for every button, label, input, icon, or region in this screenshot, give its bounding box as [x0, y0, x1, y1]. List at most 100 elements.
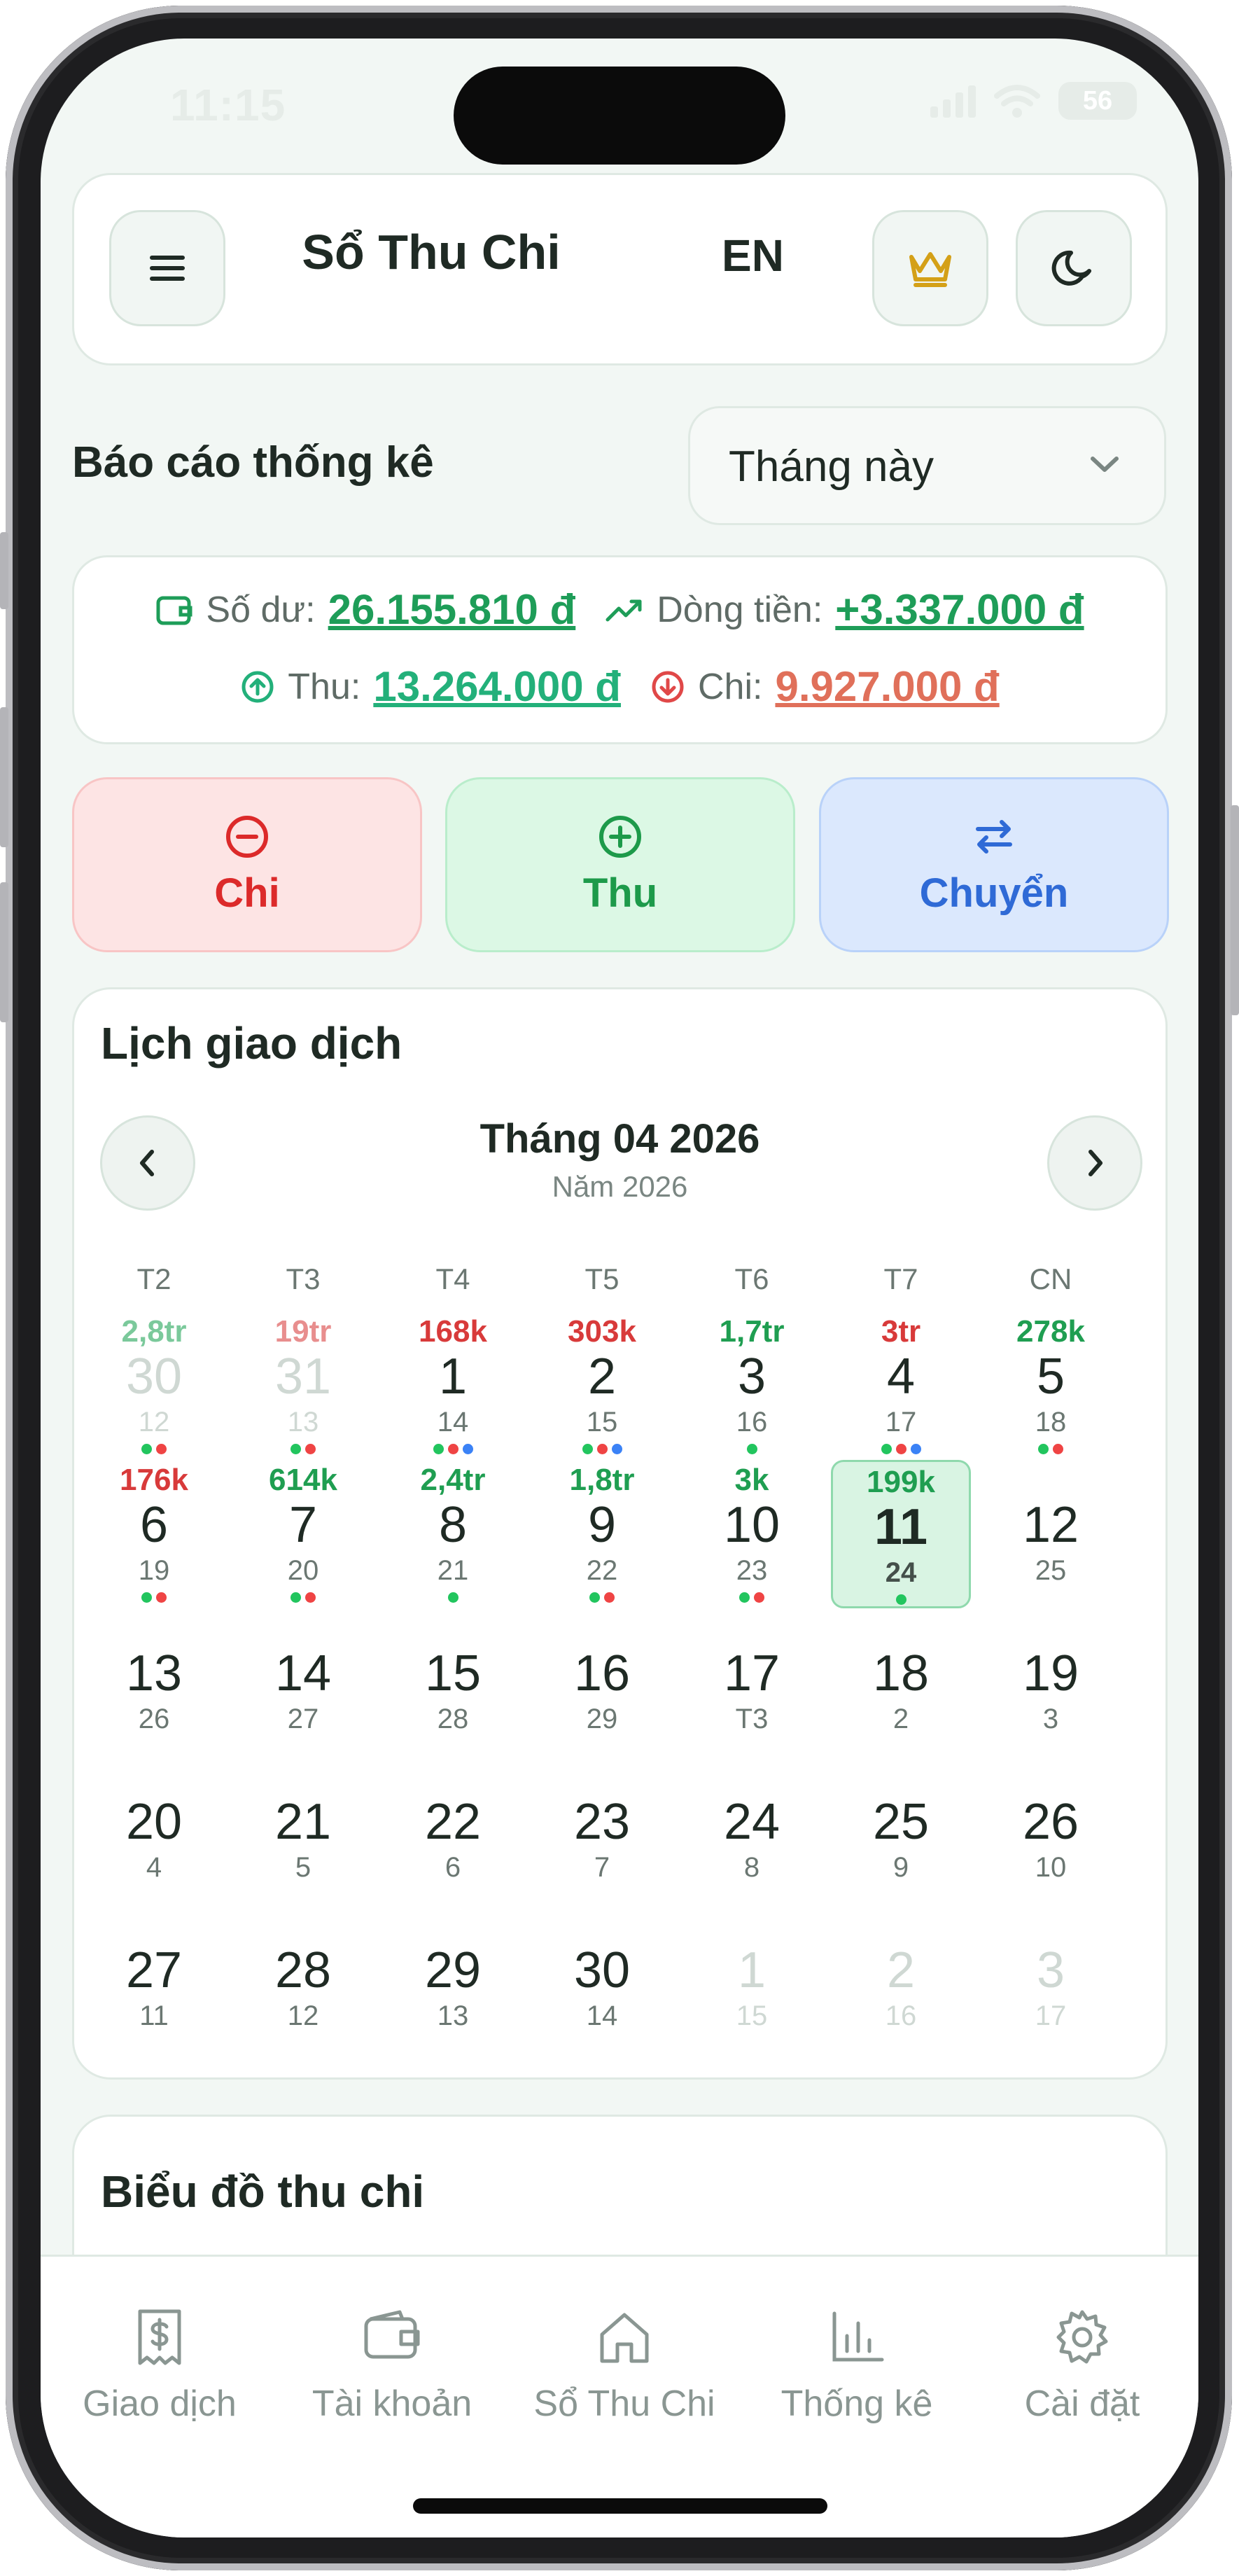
- receipt-dollar-icon: [44, 2299, 275, 2376]
- day-amount: 614k: [269, 1463, 337, 1497]
- calendar-day[interactable]: 278k 5 18: [981, 1311, 1121, 1460]
- balance-value: 26.155.810 đ: [328, 586, 576, 633]
- lunar-date: 2: [892, 1704, 909, 1734]
- day-number: 21: [274, 1794, 332, 1850]
- day-amount: 2,8tr: [121, 1314, 187, 1349]
- calendar-day-today[interactable]: 199k 11 24: [831, 1460, 971, 1608]
- cashflow-label: Dòng tiền:: [657, 589, 823, 630]
- calendar-day[interactable]: 15 28: [383, 1608, 523, 1757]
- next-month-button[interactable]: [1047, 1115, 1142, 1211]
- calendar-day[interactable]: 1,8tr 9 22: [532, 1460, 672, 1608]
- calendar-day[interactable]: 1 15: [682, 1905, 822, 2054]
- nav-tab[interactable]: Giao dịch: [44, 2299, 275, 2425]
- day-number: 18: [872, 1645, 930, 1701]
- calendar-day[interactable]: 16 29: [532, 1608, 672, 1757]
- day-number: 23: [573, 1794, 631, 1850]
- add-expense-button[interactable]: Chi: [72, 777, 422, 952]
- nav-tab-label: Cài đặt: [1024, 2383, 1140, 2424]
- bar-chart-icon: [741, 2299, 972, 2376]
- plus-circle-icon: [599, 815, 641, 858]
- calendar-day[interactable]: 20 4: [84, 1757, 224, 1905]
- calendar-day[interactable]: 176k 6 19: [84, 1460, 224, 1608]
- calendar-day[interactable]: 26 10: [981, 1757, 1121, 1905]
- dark-mode-button[interactable]: [1016, 210, 1132, 326]
- day-number: 28: [274, 1942, 332, 1998]
- calendar-day[interactable]: 29 13: [383, 1905, 523, 2054]
- phone-action-button: [0, 532, 8, 609]
- day-number: 20: [125, 1794, 183, 1850]
- transaction-dot: [746, 1444, 757, 1454]
- calendar-day[interactable]: 19 3: [981, 1608, 1121, 1757]
- calendar-day[interactable]: 3k 10 23: [682, 1460, 822, 1608]
- lunar-date: 15: [586, 1407, 618, 1437]
- calendar-day[interactable]: 28 12: [233, 1905, 373, 2054]
- trend-up-icon: [606, 599, 642, 621]
- day-number: 4: [886, 1349, 916, 1405]
- calendar-day[interactable]: 614k 7 20: [233, 1460, 373, 1608]
- transfer-button[interactable]: Chuyển: [819, 777, 1169, 952]
- calendar-day[interactable]: 2 16: [831, 1905, 971, 2054]
- calendar-day[interactable]: 17 T3: [682, 1608, 822, 1757]
- calendar-day[interactable]: 2,4tr 8 21: [383, 1460, 523, 1608]
- calendar-day[interactable]: 1,7tr 3 16: [682, 1311, 822, 1460]
- cashflow-value: +3.337.000 đ: [835, 586, 1084, 633]
- language-toggle[interactable]: EN: [722, 230, 784, 281]
- lunar-date: 20: [287, 1555, 319, 1586]
- calendar-day[interactable]: 30 14: [532, 1905, 672, 2054]
- calendar-day[interactable]: 19tr 31 13: [233, 1311, 373, 1460]
- phone-volume-down-button: [0, 882, 8, 1022]
- minus-circle-icon: [226, 815, 268, 858]
- period-select[interactable]: Tháng này: [688, 406, 1166, 525]
- calendar-day[interactable]: 303k 2 15: [532, 1311, 672, 1460]
- menu-button[interactable]: [109, 210, 225, 326]
- lunar-date: 16: [736, 1407, 768, 1437]
- calendar-day[interactable]: 25 9: [831, 1757, 971, 1905]
- dynamic-island: [454, 67, 785, 165]
- calendar-day[interactable]: 14 27: [233, 1608, 373, 1757]
- calendar-day[interactable]: 22 6: [383, 1757, 523, 1905]
- phone-volume-up-button: [0, 707, 8, 847]
- calendar-day[interactable]: 23 7: [532, 1757, 672, 1905]
- calendar-day[interactable]: 18 2: [831, 1608, 971, 1757]
- day-number: 11: [874, 1499, 928, 1555]
- transaction-dot: [447, 1592, 458, 1603]
- day-number: 2: [587, 1349, 617, 1405]
- transaction-dot: [305, 1444, 316, 1454]
- calendar-day[interactable]: 13 26: [84, 1608, 224, 1757]
- transaction-dot: [290, 1444, 301, 1454]
- transaction-dots: [532, 1444, 672, 1454]
- calendar-day[interactable]: 168k 1 14: [383, 1311, 523, 1460]
- premium-button[interactable]: [872, 210, 988, 326]
- day-amount: 278k: [1016, 1314, 1085, 1349]
- calendar-day[interactable]: 21 5: [233, 1757, 373, 1905]
- nav-tab[interactable]: Cài đặt: [967, 2299, 1198, 2425]
- arrow-up-circle-icon: [241, 671, 274, 702]
- lunar-date: 18: [1035, 1407, 1067, 1437]
- transaction-dots: [84, 1592, 224, 1603]
- transaction-calendar-card: Lịch giao dịch Tháng 04 2026 Năm 2026 T2…: [72, 987, 1168, 2080]
- day-amount: 1,8tr: [569, 1463, 635, 1497]
- day-number: 12: [1022, 1497, 1079, 1553]
- calendar-day[interactable]: 3 17: [981, 1905, 1121, 2054]
- nav-tab[interactable]: Sổ Thu Chi: [509, 2299, 740, 2425]
- cellular-signal-icon: [930, 84, 976, 118]
- transaction-dot: [611, 1444, 622, 1454]
- wallet-icon: [276, 2299, 507, 2376]
- transaction-dot: [895, 1594, 906, 1605]
- calendar-day[interactable]: 24 8: [682, 1757, 822, 1905]
- nav-tab[interactable]: Thống kê: [741, 2299, 972, 2425]
- calendar-day[interactable]: 27 11: [84, 1905, 224, 2054]
- lunar-date: 23: [736, 1555, 768, 1586]
- lunar-date: 13: [287, 1407, 319, 1437]
- calendar-day[interactable]: 12 25: [981, 1460, 1121, 1608]
- day-number: 17: [723, 1645, 780, 1701]
- add-income-label: Thu: [582, 870, 658, 916]
- add-income-button[interactable]: Thu: [445, 777, 795, 952]
- transaction-dots: [833, 1594, 969, 1605]
- calendar-day[interactable]: 2,8tr 30 12: [84, 1311, 224, 1460]
- transaction-dot: [141, 1592, 152, 1603]
- nav-tab[interactable]: Tài khoản: [276, 2299, 507, 2425]
- transaction-dot: [1038, 1444, 1049, 1454]
- lunar-date: 14: [586, 2000, 618, 2031]
- calendar-day[interactable]: 3tr 4 17: [831, 1311, 971, 1460]
